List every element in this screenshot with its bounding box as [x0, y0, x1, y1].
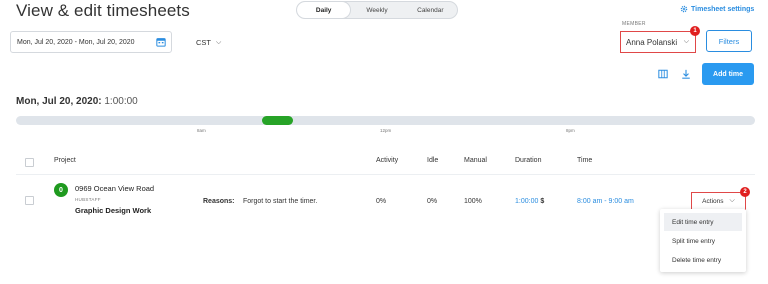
gear-icon: [680, 5, 688, 13]
calendar-icon: [156, 38, 166, 47]
reason-text: Forgot to start the timer.: [243, 198, 318, 205]
member-select[interactable]: Anna Polanski ⌵: [620, 31, 696, 53]
timeline-tick-12pm: 12pm: [380, 128, 392, 133]
timezone-select[interactable]: CST ⌵: [196, 38, 221, 47]
duration-cell[interactable]: 1:00:00 $: [515, 198, 544, 205]
header-divider: [16, 174, 755, 175]
page-title: View & edit timesheets: [16, 1, 190, 20]
date-range-value: Mon, Jul 20, 2020 - Mon, Jul 20, 2020: [17, 38, 135, 46]
tab-weekly[interactable]: Weekly: [350, 2, 403, 18]
time-range-link[interactable]: 8:00 am - 9:00 am: [577, 198, 634, 205]
timesheet-settings-link[interactable]: Timesheet settings: [680, 5, 754, 13]
activity-value: 0%: [376, 198, 387, 205]
chevron-down-icon: ⌵: [683, 38, 689, 45]
day-date: Mon, Jul 20, 2020:: [16, 96, 102, 107]
project-name: 0969 Ocean View Road: [75, 184, 155, 193]
columns-icon[interactable]: [657, 68, 669, 80]
reasons-label: Reasons:: [203, 198, 235, 205]
add-time-button[interactable]: Add time: [702, 63, 754, 85]
menu-item-split-time-entry[interactable]: Split time entry: [664, 232, 742, 250]
actions-dropdown-menu: Edit time entry Split time entry Delete …: [660, 209, 746, 272]
billable-dollar-icon: $: [540, 198, 545, 205]
view-tab-switcher: Daily Weekly Calendar: [296, 1, 458, 19]
actions-label: Actions: [702, 197, 724, 205]
column-header-manual: Manual: [464, 157, 487, 164]
member-value: Anna Polanski: [626, 37, 678, 47]
menu-item-edit-time-entry[interactable]: Edit time entry: [664, 213, 742, 231]
duration-value: 1:00:00: [515, 198, 539, 205]
column-header-project: Project: [54, 157, 76, 164]
actions-step-badge: 2: [740, 187, 750, 197]
member-label: MEMBER: [622, 21, 646, 27]
column-header-activity: Activity: [376, 157, 399, 164]
download-icon[interactable]: [680, 68, 692, 80]
timesheet-settings-label: Timesheet settings: [691, 5, 755, 13]
project-avatar: 0: [54, 183, 68, 197]
chevron-down-icon: ⌵: [216, 38, 222, 46]
column-header-duration: Duration: [515, 157, 542, 164]
timeline-tick-8am: 8am: [197, 128, 206, 133]
timeline-tick-8pm: 8pm: [566, 128, 575, 133]
menu-item-delete-time-entry[interactable]: Delete time entry: [664, 251, 742, 269]
timezone-value: CST: [196, 38, 211, 47]
member-step-badge: 1: [690, 26, 700, 36]
task-name: Graphic Design Work: [75, 206, 152, 215]
tab-daily[interactable]: Daily: [297, 2, 351, 18]
timeline-track: [16, 116, 755, 125]
day-total: 1:00:00: [104, 96, 138, 107]
actions-button[interactable]: Actions ⌵: [691, 192, 746, 210]
column-header-time: Time: [577, 157, 593, 164]
tab-calendar[interactable]: Calendar: [404, 2, 457, 18]
idle-value: 0%: [427, 198, 438, 205]
day-summary: Mon, Jul 20, 2020: 1:00:00: [16, 96, 138, 107]
timeline-entry-segment[interactable]: [262, 116, 293, 125]
chevron-down-icon: ⌵: [729, 197, 735, 204]
column-header-idle: Idle: [427, 157, 439, 164]
select-all-checkbox[interactable]: [25, 158, 34, 167]
project-org: HUBSTAFF: [75, 197, 101, 202]
filters-button[interactable]: Filters: [706, 30, 752, 52]
row-checkbox[interactable]: [25, 196, 34, 205]
manual-value: 100%: [464, 198, 482, 205]
date-range-picker[interactable]: Mon, Jul 20, 2020 - Mon, Jul 20, 2020: [10, 31, 172, 53]
